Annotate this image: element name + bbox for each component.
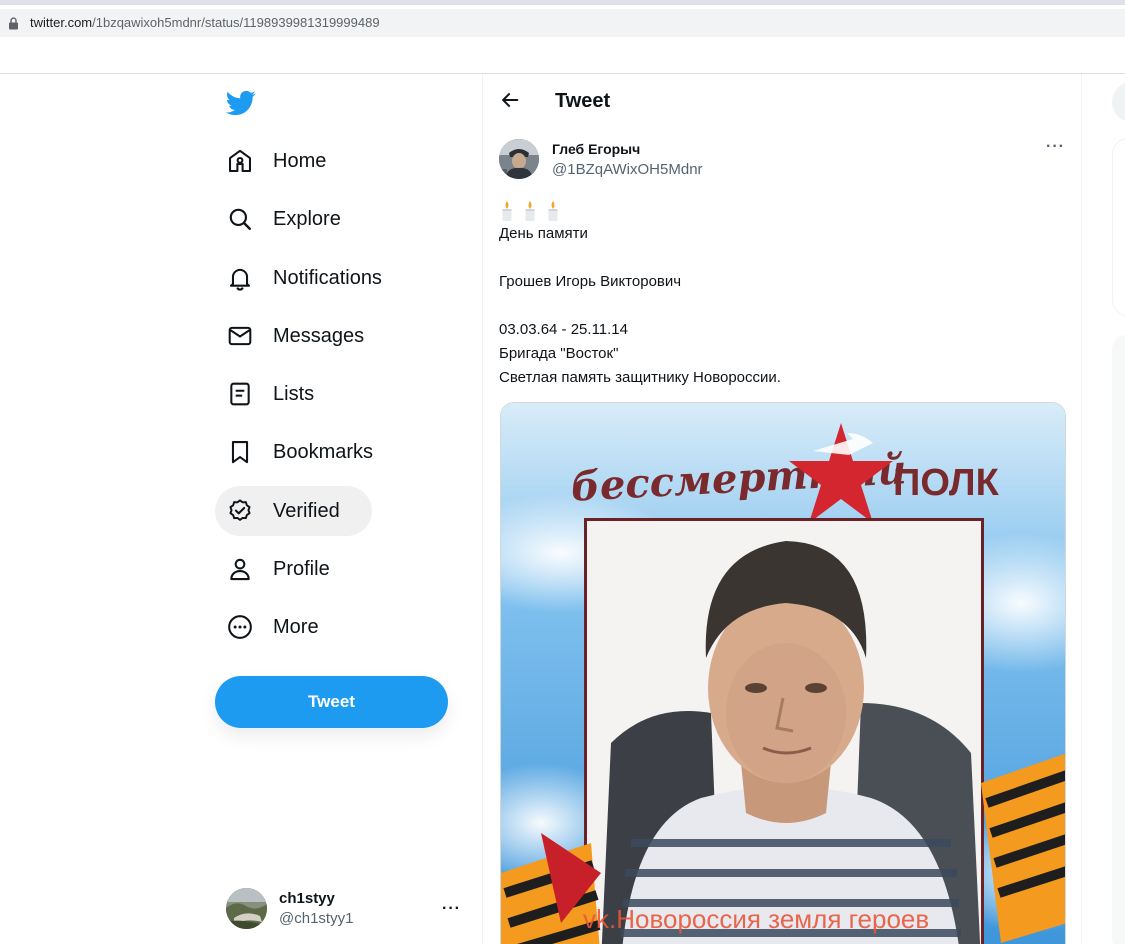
author-handle[interactable]: @1BZqAWixOH5Mdnr — [552, 161, 703, 178]
tweet-line: Грошев Игорь Викторович — [499, 273, 682, 290]
author-name[interactable]: Глеб Егорыч — [552, 141, 640, 157]
right-panel-card — [1112, 138, 1125, 316]
more-circle-icon — [227, 614, 253, 640]
sidebar-item-lists[interactable]: Lists — [215, 369, 326, 419]
sidebar-item-profile[interactable]: Profile — [215, 544, 342, 594]
list-icon — [227, 381, 253, 407]
bookmark-icon — [227, 439, 253, 465]
poster-watermark: vk.Новороссия земля героев — [583, 904, 929, 934]
sidebar-item-explore[interactable]: Explore — [215, 194, 353, 244]
tweet-button[interactable]: Tweet — [215, 676, 448, 728]
browser-tab-strip — [0, 0, 1125, 5]
person-icon — [227, 556, 253, 582]
account-handle: @ch1styy1 — [279, 910, 354, 927]
tweet-line: Светлая память защитнику Новороссии. — [499, 369, 781, 386]
search-input[interactable] — [1112, 82, 1125, 122]
account-name: ch1styy — [279, 890, 335, 907]
envelope-icon — [227, 323, 253, 349]
url-text[interactable]: twitter.com/1bzqawixoh5mdnr/status/11989… — [30, 15, 380, 30]
sidebar-item-label: Home — [273, 149, 327, 172]
verified-badge-icon — [227, 498, 253, 524]
sidebar-item-label: Bookmarks — [273, 440, 374, 463]
twitter-bird-icon[interactable] — [226, 88, 256, 118]
sidebar-item-label: Notifications — [273, 266, 382, 289]
bell-icon — [227, 265, 253, 291]
sidebar-item-label: Verified — [273, 499, 340, 522]
search-icon — [227, 206, 253, 232]
address-bar[interactable]: twitter.com/1bzqawixoh5mdnr/status/11989… — [0, 9, 1125, 37]
back-arrow-icon[interactable] — [499, 89, 521, 111]
sidebar: Home Explore Notifications Messages List… — [0, 74, 482, 944]
tweet-line: Бригада "Восток" — [499, 345, 619, 362]
home-icon — [227, 148, 253, 174]
sidebar-item-label: Messages — [273, 324, 365, 347]
tweet-line: День памяти — [499, 225, 588, 242]
sidebar-item-bookmarks[interactable]: Bookmarks — [215, 427, 385, 477]
page-title: Tweet — [555, 90, 611, 112]
tweet-text: День памяти Грошев Игорь Викторович 03.0… — [499, 198, 1064, 390]
candle-emoji-row — [499, 198, 1064, 222]
right-panel-card — [1112, 334, 1125, 944]
lock-icon — [9, 17, 18, 30]
account-switcher[interactable]: ch1styy @ch1styy1 ··· — [226, 888, 466, 930]
sidebar-item-verified[interactable]: Verified — [215, 486, 372, 536]
sidebar-item-home[interactable]: Home — [215, 136, 338, 186]
more-dots-icon[interactable]: ··· — [1046, 138, 1065, 156]
tweet-media-image[interactable]: бессмертный ПОЛК vk.Новороссия земля гер… — [500, 402, 1066, 944]
sidebar-item-label: More — [273, 615, 319, 638]
page-header: Tweet — [483, 74, 1083, 128]
more-dots-icon[interactable]: ··· — [442, 900, 461, 918]
candle-icon — [548, 201, 558, 221]
sidebar-item-messages[interactable]: Messages — [215, 311, 376, 361]
sidebar-item-more[interactable]: More — [215, 602, 331, 652]
candle-icon — [525, 201, 535, 221]
main-column: Tweet Глеб Егорыч @1BZqAWixOH5Mdnr ··· Д… — [482, 74, 1082, 944]
sidebar-item-label: Explore — [273, 207, 341, 230]
tweet-line: 03.03.64 - 25.11.14 — [499, 321, 628, 338]
sidebar-item-label: Lists — [273, 382, 315, 405]
avatar — [226, 888, 267, 929]
sidebar-item-notifications[interactable]: Notifications — [215, 253, 394, 303]
sidebar-item-label: Profile — [273, 557, 330, 580]
poster-bold-title: ПОЛК — [893, 462, 1000, 504]
author-avatar[interactable] — [499, 139, 539, 179]
candle-icon — [502, 201, 512, 221]
